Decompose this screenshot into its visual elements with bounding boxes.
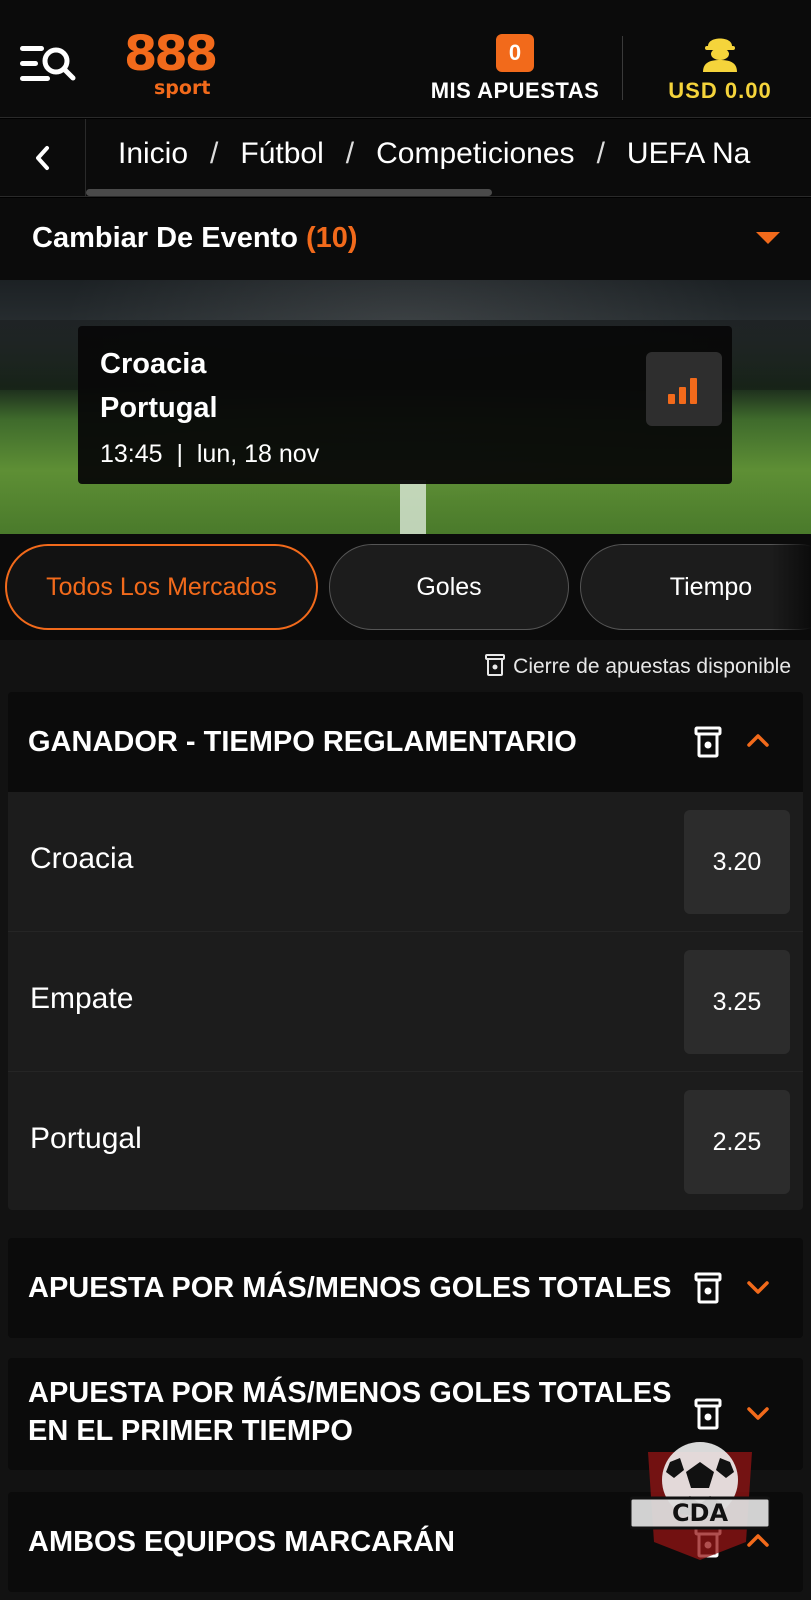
event-datetime: 13:45 | lun, 18 nov: [100, 440, 319, 469]
market-title: APUESTA POR MÁS/MENOS GOLES TOTALES EN EL…: [28, 1377, 672, 1447]
market-header-match-winner[interactable]: GANADOR - TIEMPO REGLAMENTARIO: [8, 692, 803, 792]
breadcrumb-separator: /: [596, 137, 605, 170]
user-icon: [703, 38, 737, 72]
breadcrumb-inicio[interactable]: Inicio: [118, 137, 188, 171]
event-count: (10): [305, 222, 358, 254]
market-filters: Todos Los Mercados Goles Tiempo: [0, 534, 811, 640]
stats-icon: [668, 378, 697, 404]
outcome-name: Portugal: [30, 1122, 142, 1155]
cashout-icon: [694, 726, 722, 758]
outcome-row: Croacia 3.20: [8, 792, 803, 932]
event-card: Croacia Portugal 13:45 | lun, 18 nov: [78, 326, 732, 484]
breadcrumb-uefa[interactable]: UEFA Na: [627, 137, 750, 171]
cashout-icon: [485, 654, 506, 676]
breadcrumb-separator: /: [345, 137, 355, 170]
account-balance: USD 0.00: [668, 78, 772, 103]
my-bets-button[interactable]: 0 MIS APUESTAS: [426, 34, 604, 106]
outcome-row: Empate 3.25: [8, 932, 803, 1072]
breadcrumb-separator: /: [210, 137, 219, 170]
breadcrumb-competiciones[interactable]: Competiciones: [376, 137, 574, 171]
outcome-name: Empate: [30, 982, 134, 1015]
chevron-down-icon[interactable]: [746, 1406, 770, 1422]
chevron-left-icon: [36, 146, 49, 170]
change-event-label: Cambiar De Evento (10): [32, 222, 358, 254]
market-outcomes: Croacia 3.20 Empate 3.25 Portugal 2.25: [8, 792, 803, 1210]
cashout-note: Cierre de apuestas disponible: [485, 654, 791, 679]
chevron-up-icon[interactable]: [746, 732, 770, 748]
away-team: Portugal: [100, 392, 218, 424]
header-divider: [622, 36, 623, 100]
breadcrumb-scrollbar[interactable]: [86, 189, 492, 196]
outcome-name: Croacia: [30, 842, 134, 875]
logo-word: sport: [154, 77, 211, 99]
event-divider: |: [176, 440, 183, 468]
back-button[interactable]: [0, 119, 86, 196]
odds-button[interactable]: 3.20: [684, 810, 790, 914]
cashout-icon: [694, 1398, 722, 1430]
888sport-logo[interactable]: 888 sport: [124, 30, 220, 102]
pitch-line: [400, 480, 426, 534]
breadcrumb-track: Inicio / Fútbol / Competiciones / UEFA Na: [118, 137, 750, 171]
stats-button[interactable]: [646, 352, 722, 426]
breadcrumb-fade: [751, 119, 811, 196]
filters-fade: [771, 534, 811, 640]
market-title: GANADOR - TIEMPO REGLAMENTARIO: [28, 726, 577, 758]
odds-button[interactable]: 2.25: [684, 1090, 790, 1194]
watermark-text: CDA: [672, 1499, 729, 1527]
breadcrumb-futbol[interactable]: Fútbol: [240, 137, 323, 171]
bets-count-badge: 0: [496, 34, 534, 72]
account-button[interactable]: USD 0.00: [640, 32, 800, 108]
market-header-total-goals[interactable]: APUESTA POR MÁS/MENOS GOLES TOTALES: [8, 1238, 803, 1338]
event-hero: Croacia Portugal 13:45 | lun, 18 nov: [0, 280, 811, 534]
odds-button[interactable]: 3.25: [684, 950, 790, 1054]
outcome-row: Portugal 2.25: [8, 1072, 803, 1212]
caret-down-icon: [756, 232, 780, 244]
event-date: lun, 18 nov: [196, 440, 320, 468]
change-event-dropdown[interactable]: Cambiar De Evento (10): [0, 198, 811, 280]
logo-number: 888: [124, 26, 218, 82]
cashout-icon: [694, 1272, 722, 1304]
menu-search-icon[interactable]: [20, 44, 76, 88]
my-bets-label: MIS APUESTAS: [430, 78, 600, 103]
home-team: Croacia: [100, 348, 207, 380]
cda-watermark: CDA: [628, 1432, 772, 1562]
chevron-down-icon[interactable]: [746, 1280, 770, 1296]
app-header: 888 sport 0 MIS APUESTAS USD 0.00: [0, 0, 811, 118]
market-title: AMBOS EQUIPOS MARCARÁN: [28, 1526, 455, 1558]
event-time: 13:45: [100, 440, 163, 468]
filter-all-markets[interactable]: Todos Los Mercados: [5, 544, 318, 630]
market-title: APUESTA POR MÁS/MENOS GOLES TOTALES: [28, 1272, 672, 1304]
breadcrumb: Inicio / Fútbol / Competiciones / UEFA Na: [0, 119, 811, 197]
filter-goals[interactable]: Goles: [329, 544, 569, 630]
